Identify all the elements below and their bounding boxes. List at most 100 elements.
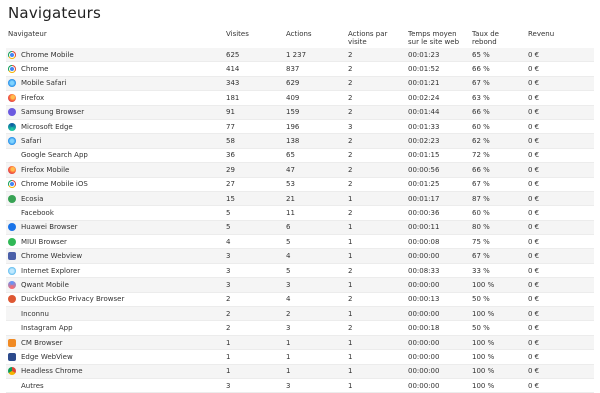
qwant-icon <box>8 280 16 289</box>
actions-per-visit-cell: 2 <box>346 162 406 178</box>
avg-time-cell: 00:00:18 <box>406 320 470 336</box>
browser-cell: Huawei Browser <box>6 220 224 236</box>
visits-cell: 2 <box>224 306 284 322</box>
browser-name: Samsung Browser <box>21 108 85 117</box>
table-row[interactable]: Qwant Mobile 3 3 1 00:00:00 100 % 0 € <box>6 277 594 293</box>
edge-icon <box>8 122 16 131</box>
avg-time-cell: 00:00:11 <box>406 220 470 236</box>
table-row[interactable]: Chrome Mobile 625 1 237 2 00:01:23 65 % 0 € <box>6 48 594 63</box>
avg-time-cell: 00:00:00 <box>406 335 470 351</box>
avg-time-cell: 00:00:13 <box>406 292 470 308</box>
revenue-cell: 0 € <box>526 105 594 120</box>
table-row[interactable]: Safari 58 138 2 00:02:23 62 % 0 € <box>6 133 594 149</box>
webview-icon <box>8 252 16 261</box>
browser-cell: Qwant Mobile <box>6 277 224 293</box>
actions-cell: 3 <box>284 320 346 336</box>
visits-cell: 1 <box>224 335 284 351</box>
duckduckgo-icon <box>8 295 16 304</box>
column-header-actions-per-visit[interactable]: Actions par visite <box>346 30 406 48</box>
browser-name: Facebook <box>21 208 54 217</box>
visits-cell: 15 <box>224 191 284 207</box>
ecosia-icon <box>8 194 16 203</box>
column-header-browser[interactable]: Navigateur <box>6 30 224 48</box>
actions-per-visit-cell: 1 <box>346 335 406 351</box>
browser-name: Headless Chrome <box>21 367 83 376</box>
table-row[interactable]: Microsoft Edge 77 196 3 00:01:33 60 % 0 € <box>6 119 594 135</box>
browsers-table: Navigateur Visites Actions Actions par v… <box>6 30 594 393</box>
column-header-visits[interactable]: Visites <box>224 30 284 48</box>
actions-per-visit-cell: 2 <box>346 205 406 221</box>
avg-time-cell: 00:01:33 <box>406 119 470 135</box>
table-row[interactable]: Chrome Mobile iOS 27 53 2 00:01:25 67 % 0 € <box>6 177 594 192</box>
avg-time-cell: 00:01:44 <box>406 105 470 120</box>
bounce-rate-cell: 66 % <box>470 162 526 178</box>
table-row[interactable]: MIUI Browser 4 5 1 00:00:08 75 % 0 € <box>6 234 594 250</box>
browser-name: Chrome <box>21 65 49 74</box>
avg-time-cell: 00:01:21 <box>406 76 470 92</box>
actions-cell: 5 <box>284 263 346 279</box>
browser-cell: MIUI Browser <box>6 234 224 250</box>
table-row[interactable]: Firefox Mobile 29 47 2 00:00:56 66 % 0 € <box>6 162 594 178</box>
headless-chrome-icon <box>8 367 16 376</box>
avg-time-cell: 00:02:23 <box>406 133 470 149</box>
actions-per-visit-cell: 1 <box>346 378 406 393</box>
column-header-avg-time[interactable]: Temps moyen sur le site web <box>406 30 470 48</box>
table-row[interactable]: Autres 3 3 1 00:00:00 100 % 0 € <box>6 378 594 393</box>
actions-cell: 47 <box>284 162 346 178</box>
browser-name: Edge WebView <box>21 352 73 361</box>
visits-cell: 1 <box>224 364 284 379</box>
avg-time-cell: 00:00:08 <box>406 234 470 250</box>
actions-per-visit-cell: 1 <box>346 277 406 293</box>
browser-cell: Mobile Safari <box>6 76 224 92</box>
actions-per-visit-cell: 2 <box>346 48 406 63</box>
bounce-rate-cell: 80 % <box>470 220 526 236</box>
firefox-icon <box>8 93 16 102</box>
table-row[interactable]: Chrome Webview 3 4 1 00:00:00 67 % 0 € <box>6 248 594 264</box>
table-row[interactable]: Instagram App 2 3 2 00:00:18 50 % 0 € <box>6 320 594 336</box>
column-header-actions[interactable]: Actions <box>284 30 346 48</box>
actions-cell: 159 <box>284 105 346 120</box>
table-row[interactable]: Huawei Browser 5 6 1 00:00:11 80 % 0 € <box>6 220 594 236</box>
revenue-cell: 0 € <box>526 320 594 336</box>
column-header-revenue[interactable]: Revenu <box>526 30 594 48</box>
avg-time-cell: 00:00:00 <box>406 306 470 322</box>
table-row[interactable]: CM Browser 1 1 1 00:00:00 100 % 0 € <box>6 335 594 351</box>
browser-cell: Chrome Mobile <box>6 48 224 63</box>
table-row[interactable]: Inconnu 2 2 1 00:00:00 100 % 0 € <box>6 306 594 322</box>
browser-cell: Edge WebView <box>6 349 224 365</box>
visits-cell: 2 <box>224 292 284 308</box>
browser-cell: Chrome Webview <box>6 248 224 264</box>
table-row[interactable]: Mobile Safari 343 629 2 00:01:21 67 % 0 € <box>6 76 594 92</box>
table-row[interactable]: Chrome 414 837 2 00:01:52 66 % 0 € <box>6 61 594 77</box>
table-row[interactable]: Facebook 5 11 2 00:00:36 60 % 0 € <box>6 205 594 221</box>
browser-name: Safari <box>21 137 42 146</box>
column-header-bounce-rate[interactable]: Taux de rebond <box>470 30 526 48</box>
revenue-cell: 0 € <box>526 234 594 250</box>
actions-cell: 409 <box>284 90 346 106</box>
browser-name: Internet Explorer <box>21 266 81 275</box>
browser-name: Firefox Mobile <box>21 165 70 174</box>
table-row[interactable]: Samsung Browser 91 159 2 00:01:44 66 % 0 € <box>6 105 594 120</box>
visits-cell: 77 <box>224 119 284 135</box>
bounce-rate-cell: 63 % <box>470 90 526 106</box>
table-row[interactable]: Edge WebView 1 1 1 00:00:00 100 % 0 € <box>6 349 594 365</box>
visits-cell: 36 <box>224 148 284 164</box>
table-row[interactable]: Ecosia 15 21 1 00:01:17 87 % 0 € <box>6 191 594 207</box>
actions-per-visit-cell: 2 <box>346 263 406 279</box>
browser-name: Chrome Webview <box>21 252 83 261</box>
table-row[interactable]: Firefox 181 409 2 00:02:24 63 % 0 € <box>6 90 594 106</box>
visits-cell: 5 <box>224 220 284 236</box>
actions-cell: 1 <box>284 335 346 351</box>
actions-cell: 4 <box>284 292 346 308</box>
table-row[interactable]: Internet Explorer 3 5 2 00:08:33 33 % 0 € <box>6 263 594 279</box>
browser-cell: Firefox Mobile <box>6 162 224 178</box>
table-row[interactable]: DuckDuckGo Privacy Browser 2 4 2 00:00:13 50 … <box>6 292 594 308</box>
bounce-rate-cell: 62 % <box>470 133 526 149</box>
table-row[interactable]: Google Search App 36 65 2 00:01:15 72 % 0 € <box>6 148 594 164</box>
bounce-rate-cell: 72 % <box>470 148 526 164</box>
firefox-icon <box>8 165 16 174</box>
avg-time-cell: 00:01:25 <box>406 177 470 192</box>
bounce-rate-cell: 60 % <box>470 205 526 221</box>
visits-cell: 625 <box>224 48 284 63</box>
table-row[interactable]: Headless Chrome 1 1 1 00:00:00 100 % 0 € <box>6 364 594 379</box>
